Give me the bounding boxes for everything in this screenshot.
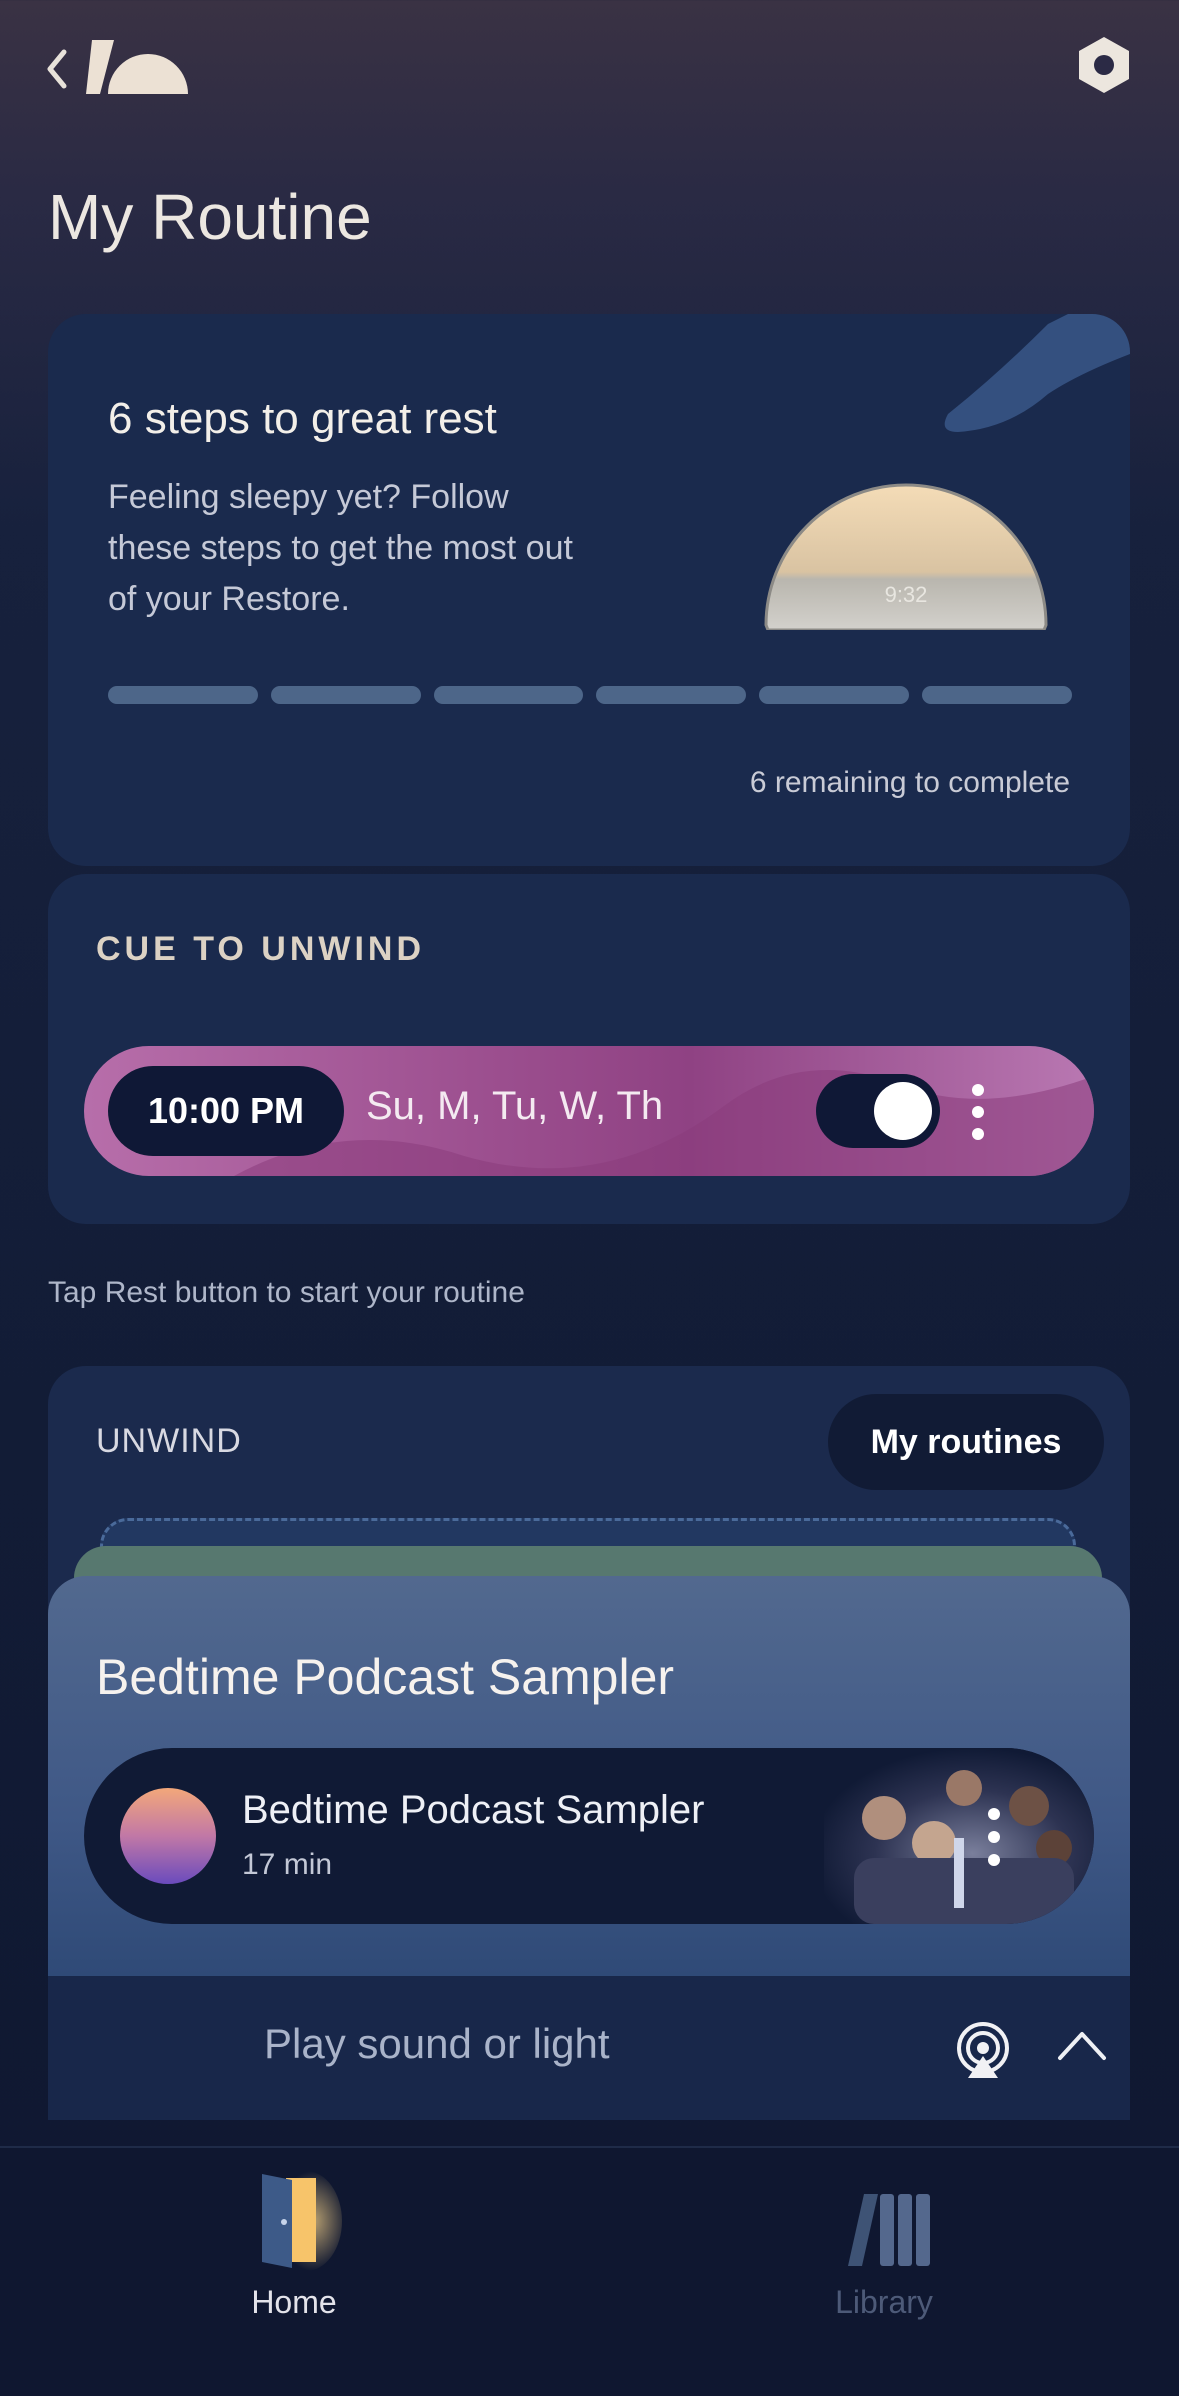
hand-illustration: [944, 314, 1130, 432]
toggle-knob: [874, 1082, 932, 1140]
more-options-icon[interactable]: [968, 1082, 988, 1142]
restore-device-image: 9:32: [764, 483, 1048, 630]
podcast-artwork: [824, 1748, 1094, 1924]
tab-home-label: Home: [251, 2284, 337, 2320]
progress-segment: [759, 686, 910, 704]
cue-days: Su, M, Tu, W, Th: [366, 1084, 664, 1128]
podcast-name: Bedtime Podcast Sampler: [242, 1788, 705, 1832]
podcast-avatar: [120, 1788, 216, 1884]
remaining-steps-text: 6 remaining to complete: [749, 766, 1070, 799]
my-routines-button[interactable]: My routines: [828, 1394, 1104, 1490]
play-sound-label: Play sound or light: [264, 2020, 610, 2067]
steps-title: 6 steps to great rest: [108, 394, 497, 443]
progress-segment: [270, 686, 421, 704]
airplay-icon[interactable]: [954, 2022, 1012, 2078]
cue-time-chip[interactable]: 10:00 PM: [108, 1066, 344, 1156]
cue-schedule-pill[interactable]: 10:00 PM Su, M, Tu, W, Th: [84, 1046, 1094, 1176]
progress-segment: [108, 686, 258, 704]
device-clock: 9:32: [885, 582, 928, 607]
podcast-card-title: Bedtime Podcast Sampler: [96, 1649, 675, 1705]
back-chevron-icon[interactable]: [38, 44, 78, 94]
podcast-card[interactable]: Bedtime Podcast Sampler Bedtime Podcast …: [48, 1576, 1130, 1976]
routine-hint: Tap Rest button to start your routine: [48, 1276, 525, 1309]
cue-to-unwind-card: CUE TO UNWIND 10:00 PM Su, M, Tu, W, Th: [48, 874, 1130, 1224]
tab-library[interactable]: Library: [684, 2148, 1084, 2396]
more-options-icon[interactable]: [984, 1806, 1004, 1868]
tab-home[interactable]: Home: [94, 2148, 494, 2396]
steps-progress-bar: [108, 686, 1072, 704]
podcast-item[interactable]: Bedtime Podcast Sampler 17 min: [84, 1748, 1094, 1924]
chevron-up-icon[interactable]: [1056, 2028, 1108, 2062]
tab-library-label: Library: [835, 2284, 933, 2320]
progress-segment: [433, 686, 584, 704]
podcast-duration: 17 min: [242, 1848, 333, 1881]
steps-description: Feeling sleepy yet? Follow these steps t…: [108, 478, 573, 618]
now-playing-bar[interactable]: Play sound or light: [48, 1976, 1130, 2120]
hatch-logo: [86, 40, 188, 94]
steps-card[interactable]: 6 steps to great rest Feeling sleepy yet…: [48, 314, 1130, 866]
library-books-icon: [848, 2194, 930, 2266]
page-title: My Routine: [48, 181, 372, 253]
unwind-label: UNWIND: [96, 1422, 242, 1460]
progress-segment: [922, 686, 1072, 704]
door-icon: [262, 2171, 342, 2271]
tab-bar: Home Library: [0, 2146, 1179, 2396]
settings-hexagon-icon[interactable]: [1074, 34, 1134, 96]
cue-label: CUE TO UNWIND: [96, 930, 426, 968]
cue-toggle[interactable]: [816, 1074, 940, 1148]
progress-segment: [596, 686, 747, 704]
